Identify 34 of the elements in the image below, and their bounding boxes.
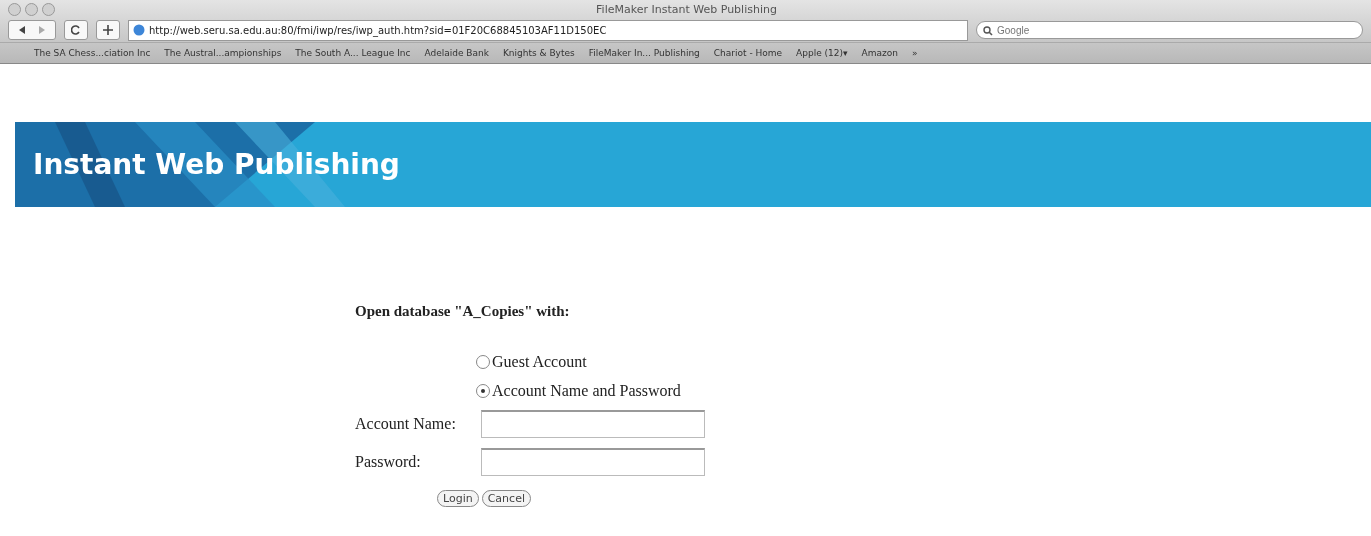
window-control-icon[interactable]	[42, 2, 55, 16]
bookmark-link[interactable]: Chariot - Home	[713, 48, 783, 58]
window-title: FileMaker Instant Web Publishing	[596, 2, 778, 16]
reload-icon	[71, 25, 81, 35]
back-forward-button[interactable]	[8, 20, 56, 40]
form-heading: Open database "A_Copies" with:	[355, 303, 571, 320]
search-field[interactable]: Google	[976, 21, 1363, 39]
field-label: Account Name:	[355, 415, 457, 433]
reload-button[interactable]	[64, 20, 88, 40]
bookmark-link[interactable]: The SA Chess...ciation Inc	[34, 48, 151, 58]
bookmark-link[interactable]: The Austral...ampionships	[164, 48, 282, 58]
form-button[interactable]: Cancel	[481, 490, 531, 507]
bookmark-link[interactable]: FileMaker In... Publishing	[588, 48, 700, 58]
bookmark-link[interactable]: Apple (12)▾	[796, 48, 848, 58]
input-field[interactable]	[481, 448, 705, 476]
input-field[interactable]	[481, 410, 705, 438]
bookmark-link[interactable]: The South A... League Inc	[295, 48, 411, 58]
bookmark-link[interactable]: Knights & Bytes	[502, 48, 575, 58]
address-field[interactable]: http://web.seru.sa.edu.au:80/fmi/iwp/res/iwp_auth.htm?sid=01F20C68845103AF11D150EC	[128, 19, 968, 41]
more-bookmarks-link[interactable]: »	[911, 48, 918, 58]
bookmark-link[interactable]: Adelaide Bank	[424, 48, 489, 58]
window-control-icon[interactable]	[25, 2, 38, 16]
add-bookmark-button[interactable]	[96, 20, 120, 40]
globe-icon	[133, 24, 145, 36]
bookmark-link[interactable]: Amazon	[861, 48, 898, 58]
field-label: Password:	[355, 453, 422, 471]
arrow-icon	[17, 25, 47, 35]
radio-label: Account Name and Password	[492, 382, 681, 400]
window-control-icon[interactable]	[8, 2, 21, 16]
form-button[interactable]: Login	[437, 490, 479, 507]
search-icon	[983, 26, 993, 36]
plus-icon	[103, 25, 113, 35]
banner-title: Instant Web Publishing	[33, 148, 400, 181]
radio-label: Guest Account	[492, 353, 587, 371]
